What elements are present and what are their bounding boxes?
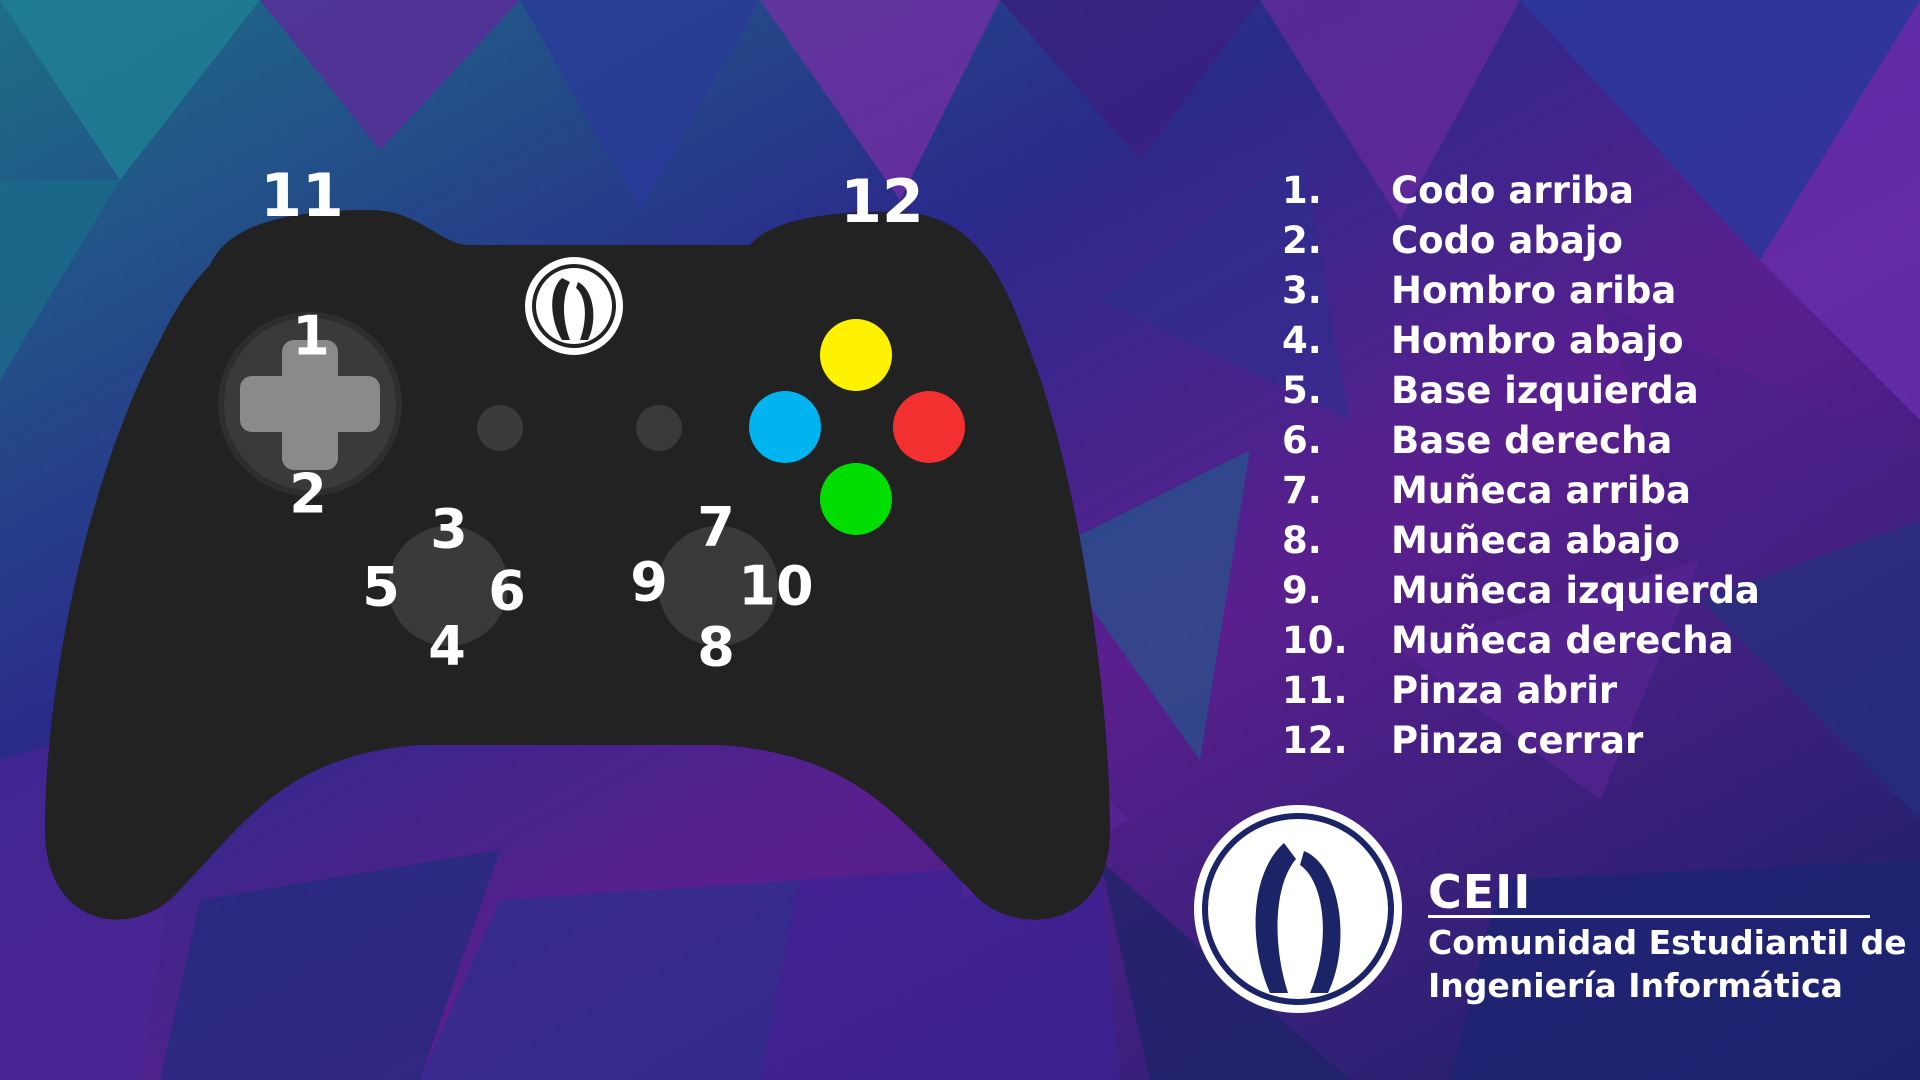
- label-11: 11: [260, 161, 344, 231]
- legend-item: 10. Muñeca derecha: [1282, 615, 1802, 665]
- label-6: 6: [488, 559, 526, 623]
- view-button[interactable]: [477, 405, 523, 451]
- legend-label: Codo arriba: [1391, 168, 1634, 212]
- label-12: 12: [840, 167, 924, 237]
- legend-number: 11.: [1282, 668, 1348, 712]
- legend-number: 5.: [1282, 368, 1322, 412]
- legend-number: 1.: [1282, 168, 1322, 212]
- legend-item: 4. Hombro abajo: [1282, 315, 1802, 365]
- brand-title: CEII: [1428, 865, 1532, 919]
- controller-logo-icon: [525, 257, 623, 355]
- legend-label: Base izquierda: [1391, 368, 1699, 412]
- legend-item: 9. Muñeca izquierda: [1282, 565, 1802, 615]
- legend-item: 6. Base derecha: [1282, 415, 1802, 465]
- legend-number: 6.: [1282, 418, 1322, 462]
- legend-label: Muñeca derecha: [1391, 618, 1734, 662]
- mapping-legend: 1. Codo arriba 2. Codo abajo 3. Hombro a…: [1282, 165, 1802, 765]
- brand-subtitle-line1: Comunidad Estudiantil de: [1428, 923, 1907, 962]
- legend-label: Base derecha: [1391, 418, 1673, 462]
- ceii-logo-icon: [1194, 805, 1402, 1013]
- legend-label: Muñeca abajo: [1391, 518, 1680, 562]
- legend-label: Hombro abajo: [1391, 318, 1684, 362]
- legend-item: 5. Base izquierda: [1282, 365, 1802, 415]
- legend-label: Pinza abrir: [1391, 668, 1618, 712]
- face-button-bottom[interactable]: [820, 463, 892, 535]
- legend-number: 10.: [1282, 618, 1348, 662]
- menu-button[interactable]: [636, 405, 682, 451]
- label-7: 7: [697, 495, 735, 559]
- legend-number: 9.: [1282, 568, 1322, 612]
- brand-subtitle-line2: Ingeniería Informática: [1428, 966, 1843, 1005]
- legend-number: 7.: [1282, 468, 1322, 512]
- legend-number: 4.: [1282, 318, 1322, 362]
- label-2: 2: [289, 462, 327, 526]
- legend-item: 2. Codo abajo: [1282, 215, 1802, 265]
- legend-number: 3.: [1282, 268, 1322, 312]
- face-button-left[interactable]: [749, 391, 821, 463]
- legend-label: Muñeca arriba: [1391, 468, 1691, 512]
- label-4: 4: [428, 614, 466, 678]
- face-button-right[interactable]: [893, 391, 965, 463]
- label-1: 1: [292, 304, 330, 368]
- legend-label: Muñeca izquierda: [1391, 568, 1760, 612]
- dpad-cross-horizontal[interactable]: [240, 376, 380, 432]
- label-8: 8: [697, 615, 735, 679]
- legend-number: 12.: [1282, 718, 1348, 762]
- brand-divider: [1428, 915, 1870, 918]
- label-9: 9: [630, 550, 668, 614]
- legend-label: Pinza cerrar: [1391, 718, 1644, 762]
- legend-number: 8.: [1282, 518, 1322, 562]
- legend-item: 3. Hombro ariba: [1282, 265, 1802, 315]
- legend-label: Codo abajo: [1391, 218, 1623, 262]
- face-button-top[interactable]: [820, 319, 892, 391]
- legend-item: 11. Pinza abrir: [1282, 665, 1802, 715]
- legend-number: 2.: [1282, 218, 1322, 262]
- label-5: 5: [362, 555, 400, 619]
- legend-item: 7. Muñeca arriba: [1282, 465, 1802, 515]
- legend-item: 1. Codo arriba: [1282, 165, 1802, 215]
- label-10: 10: [738, 554, 814, 618]
- legend-label: Hombro ariba: [1391, 268, 1677, 312]
- legend-item: 8. Muñeca abajo: [1282, 515, 1802, 565]
- label-3: 3: [430, 497, 468, 561]
- legend-item: 12. Pinza cerrar: [1282, 715, 1802, 765]
